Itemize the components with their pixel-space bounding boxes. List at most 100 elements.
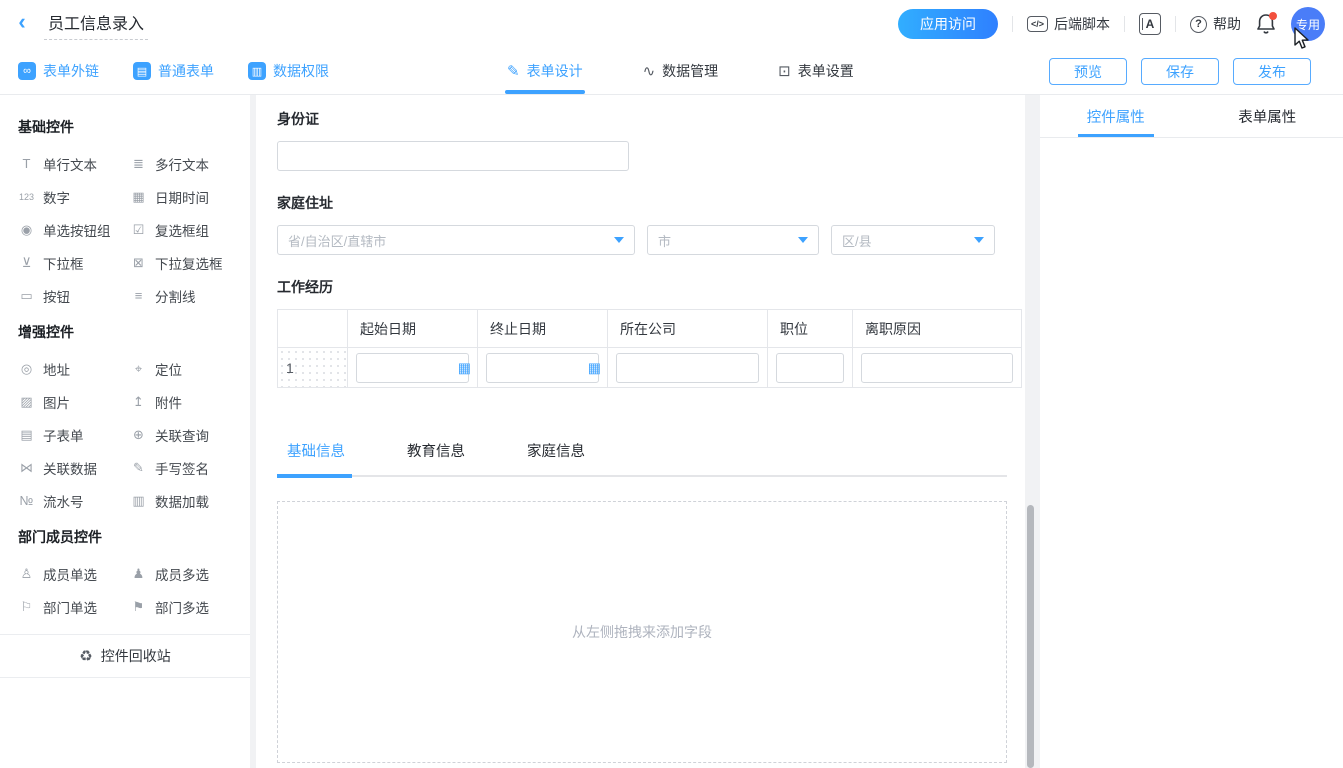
end-date-cell: ▦ — [478, 348, 608, 388]
control-image[interactable]: ▨图片 — [18, 385, 130, 418]
field-id-card[interactable]: 身份证 — [277, 109, 1007, 171]
external-link-label: 表单外链 — [43, 61, 99, 81]
form-design-icon: ✎ — [507, 62, 520, 80]
data-load-icon: ▥ — [130, 493, 147, 509]
control-label: 定位 — [155, 359, 182, 379]
control-data-load[interactable]: ▥ 数据加载 — [130, 484, 242, 517]
control-member-single[interactable]: ♙ 成员单选 — [18, 557, 130, 590]
control-signature[interactable]: ✎手写签名 — [130, 451, 242, 484]
form-toolbar: ∞ 表单外链 ▤ 普通表单 ▥ 数据权限 ✎ 表单设计 ∿ 数据管理 ⊡ 表单设… — [0, 48, 1343, 95]
page-title[interactable]: 员工信息录入 — [44, 8, 148, 40]
tab-data-manage[interactable]: ∿ 数据管理 — [641, 48, 721, 94]
plain-form-button[interactable]: ▤ 普通表单 — [133, 61, 214, 81]
notification-bell-icon[interactable] — [1255, 12, 1277, 36]
dropdown-multi-icon: ⊠ — [130, 255, 147, 271]
control-divider[interactable]: ≡分割线 — [130, 279, 242, 312]
form-canvas[interactable]: 身份证 家庭住址 省/自治区/直辖市 市 区/县 工作经历 起始日期 — [256, 95, 1025, 768]
canvas-tab-group: 基础信息 教育信息 家庭信息 — [277, 440, 1007, 477]
control-button[interactable]: ▭按钮 — [18, 279, 130, 312]
back-button[interactable]: ‹ — [0, 11, 44, 37]
control-number[interactable]: 123数字 — [18, 180, 130, 213]
canvas-scrollbar[interactable] — [1027, 505, 1034, 768]
field-work-experience[interactable]: 工作经历 起始日期 终止日期 所在公司 职位 离职原因 1 ▦ ▦ — [277, 277, 1007, 388]
location-icon: ⌖ — [130, 361, 147, 377]
external-link-button[interactable]: ∞ 表单外链 — [18, 61, 99, 81]
id-card-input[interactable] — [277, 141, 629, 171]
company-input[interactable] — [616, 353, 759, 383]
app-access-button[interactable]: 应用访问 — [898, 9, 998, 39]
control-label: 数据加载 — [155, 491, 209, 511]
field-home-address[interactable]: 家庭住址 省/自治区/直辖市 市 区/县 — [277, 193, 1007, 255]
control-multi-line-text[interactable]: ≣多行文本 — [130, 147, 242, 180]
header-divider — [1175, 16, 1176, 32]
control-datetime[interactable]: ▦日期时间 — [130, 180, 242, 213]
data-manage-icon: ∿ — [643, 62, 656, 80]
row-index-header — [278, 310, 348, 348]
tab-education-info[interactable]: 教育信息 — [397, 440, 475, 461]
address-icon: ◎ — [18, 361, 35, 377]
control-dropdown[interactable]: ⊻下拉框 — [18, 246, 130, 279]
section-title-dept-member: 部门成员控件 — [18, 527, 250, 547]
tab-form-properties[interactable]: 表单属性 — [1192, 95, 1343, 137]
control-radio-group[interactable]: ◉单选按钮组 — [18, 213, 130, 246]
tab-family-info[interactable]: 家庭信息 — [517, 440, 595, 461]
button-control-icon: ▭ — [18, 288, 35, 304]
publish-button[interactable]: 发布 — [1233, 58, 1311, 85]
translation-icon[interactable]: A — [1139, 13, 1161, 35]
chevron-down-icon — [614, 237, 624, 243]
field-label-work-experience: 工作经历 — [277, 277, 1007, 297]
control-label: 部门单选 — [43, 597, 97, 617]
save-button[interactable]: 保存 — [1141, 58, 1219, 85]
control-department-single[interactable]: ⚐部门单选 — [18, 590, 130, 623]
help-button[interactable]: ? 帮助 — [1190, 14, 1241, 34]
drop-zone[interactable]: 从左侧拖拽来添加字段 — [277, 501, 1007, 763]
control-checkbox-group[interactable]: ☑复选框组 — [130, 213, 242, 246]
district-select[interactable]: 区/县 — [831, 225, 995, 255]
col-leave-reason: 离职原因 — [853, 310, 1022, 348]
city-placeholder: 市 — [658, 231, 671, 250]
tab-form-design-label: 表单设计 — [527, 61, 583, 81]
serial-number-icon: № — [18, 493, 35, 508]
row-index-cell[interactable]: 1 — [278, 348, 348, 388]
control-serial-number[interactable]: №流水号 — [18, 484, 130, 517]
field-label-id-card: 身份证 — [277, 109, 1007, 129]
tab-basic-info[interactable]: 基础信息 — [277, 440, 355, 461]
control-single-line-text[interactable]: T 单行文本 — [18, 147, 130, 180]
position-input[interactable] — [776, 353, 844, 383]
preview-button[interactable]: 预览 — [1049, 58, 1127, 85]
plain-form-icon: ▤ — [133, 62, 151, 80]
tab-control-properties[interactable]: 控件属性 — [1040, 95, 1192, 137]
control-location[interactable]: ⌖ 定位 — [130, 352, 242, 385]
tab-form-settings[interactable]: ⊡ 表单设置 — [776, 48, 856, 94]
control-subform[interactable]: ▤子表单 — [18, 418, 130, 451]
tab-form-design[interactable]: ✎ 表单设计 — [505, 48, 585, 94]
control-label: 单行文本 — [43, 154, 97, 174]
department-multi-icon: ⚑ — [130, 599, 147, 615]
control-address[interactable]: ◎地址 — [18, 352, 130, 385]
province-select[interactable]: 省/自治区/直辖市 — [277, 225, 635, 255]
data-permission-button[interactable]: ▥ 数据权限 — [248, 61, 329, 81]
control-recycle-bin[interactable]: ♻ 控件回收站 — [0, 634, 250, 678]
controls-sidebar: 基础控件 T单行文本 ≣多行文本 123数字 ▦日期时间 ◉单选按钮组 ☑复选框… — [0, 95, 250, 768]
control-linked-data[interactable]: ⋈关联数据 — [18, 451, 130, 484]
control-linked-query[interactable]: ⊕关联查询 — [130, 418, 242, 451]
backend-script-button[interactable]: </> 后端脚本 — [1027, 14, 1110, 34]
member-single-icon: ♙ — [18, 566, 35, 582]
leave-reason-input[interactable] — [861, 353, 1013, 383]
control-label: 成员单选 — [43, 564, 97, 584]
control-member-multi[interactable]: ♟成员多选 — [130, 557, 242, 590]
subform-header-row: 起始日期 终止日期 所在公司 职位 离职原因 — [278, 310, 1022, 348]
avatar[interactable]: 专用 — [1291, 7, 1325, 41]
single-line-text-icon: T — [18, 156, 35, 171]
control-attachment[interactable]: ↥附件 — [130, 385, 242, 418]
control-dropdown-multi[interactable]: ⊠下拉复选框 — [130, 246, 242, 279]
start-date-input[interactable] — [356, 353, 469, 383]
notification-dot — [1269, 12, 1277, 20]
checkbox-group-icon: ☑ — [130, 222, 147, 238]
city-select[interactable]: 市 — [647, 225, 819, 255]
control-department-multi[interactable]: ⚑部门多选 — [130, 590, 242, 623]
header-divider — [1012, 16, 1013, 32]
start-date-cell: ▦ — [348, 348, 478, 388]
control-label: 分割线 — [155, 286, 196, 306]
end-date-input[interactable] — [486, 353, 599, 383]
